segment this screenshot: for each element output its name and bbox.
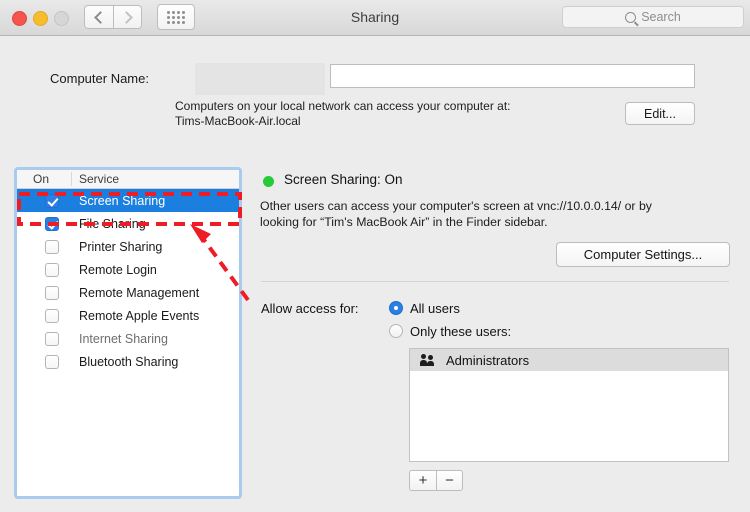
- service-row-remote-apple-events[interactable]: Remote Apple Events: [17, 304, 239, 327]
- grid-dots-icon: [167, 10, 185, 24]
- service-row-printer-sharing[interactable]: Printer Sharing: [17, 235, 239, 258]
- service-checkbox[interactable]: [45, 262, 59, 277]
- service-row-internet-sharing[interactable]: Internet Sharing: [17, 327, 239, 350]
- service-list-rows: Screen Sharing File Sharing Printer Sharin…: [17, 189, 239, 373]
- service-checkbox[interactable]: [45, 354, 59, 369]
- service-list-panel[interactable]: On Service Screen Sharing File Sharing Pri…: [14, 167, 242, 499]
- forward-button[interactable]: [113, 5, 142, 29]
- service-label: Remote Management: [79, 285, 200, 300]
- user-group-name: Administrators: [446, 352, 530, 368]
- computer-name-label: Computer Name:: [50, 71, 149, 86]
- service-list-header: On Service: [17, 170, 239, 189]
- service-checkbox[interactable]: [45, 216, 59, 231]
- service-label: Remote Apple Events: [79, 308, 200, 323]
- list-item[interactable]: Administrators: [410, 349, 728, 371]
- users-list-box[interactable]: Administrators: [409, 348, 729, 462]
- computer-name-help-line1: Computers on your local network can acce…: [175, 99, 511, 113]
- service-checkbox[interactable]: [45, 308, 59, 323]
- zoom-button[interactable]: [54, 11, 69, 26]
- status-description-line2: looking for “Tim's MacBook Air” in the F…: [260, 215, 548, 229]
- search-input[interactable]: Search: [562, 6, 744, 28]
- users-list-controls: + −: [409, 470, 463, 491]
- status-description-line1: Other users can access your computer's s…: [260, 199, 652, 213]
- radio-only-these-users-label[interactable]: Only these users:: [410, 324, 511, 339]
- radio-all-users[interactable]: [389, 301, 403, 315]
- add-user-button[interactable]: +: [409, 470, 436, 491]
- window-titlebar: Sharing Search: [0, 0, 750, 36]
- status-indicator-dot: [263, 176, 274, 187]
- computer-settings-button[interactable]: Computer Settings...: [556, 242, 730, 267]
- radio-all-users-label[interactable]: All users: [410, 301, 460, 316]
- remove-user-button[interactable]: −: [436, 470, 463, 491]
- search-icon: [625, 11, 637, 23]
- column-header-service: Service: [79, 172, 120, 186]
- status-title: Screen Sharing: On: [284, 172, 403, 187]
- service-row-remote-login[interactable]: Remote Login: [17, 258, 239, 281]
- radio-only-these-users[interactable]: [389, 324, 403, 338]
- search-placeholder: Search: [641, 10, 681, 24]
- sharing-preferences-window: Sharing Search Computer Name: Computers …: [0, 0, 750, 512]
- computer-name-field[interactable]: [330, 64, 695, 88]
- back-button[interactable]: [84, 5, 113, 29]
- service-checkbox[interactable]: [45, 239, 59, 254]
- service-checkbox[interactable]: [45, 285, 59, 300]
- edit-button[interactable]: Edit...: [625, 102, 695, 125]
- allow-access-label: Allow access for:: [261, 301, 359, 316]
- service-row-file-sharing[interactable]: File Sharing: [17, 212, 239, 235]
- service-row-bluetooth-sharing[interactable]: Bluetooth Sharing: [17, 350, 239, 373]
- service-label: Remote Login: [79, 262, 157, 277]
- computer-name-help-text: Computers on your local network can acce…: [175, 99, 605, 129]
- status-description: Other users can access your computer's s…: [260, 198, 720, 230]
- computer-name-redaction-block: [195, 63, 325, 95]
- service-label: File Sharing: [79, 216, 146, 231]
- section-divider: [261, 281, 729, 282]
- service-row-screen-sharing[interactable]: Screen Sharing: [17, 189, 239, 212]
- service-label: Screen Sharing: [79, 193, 166, 208]
- show-all-button[interactable]: [157, 4, 195, 30]
- column-divider: [71, 172, 72, 186]
- service-label: Printer Sharing: [79, 239, 163, 254]
- minimize-button[interactable]: [33, 11, 48, 26]
- service-row-remote-management[interactable]: Remote Management: [17, 281, 239, 304]
- chevron-right-icon: [119, 10, 133, 24]
- people-group-icon: [420, 353, 436, 367]
- service-label: Bluetooth Sharing: [79, 354, 179, 369]
- close-button[interactable]: [12, 11, 27, 26]
- column-header-on: On: [33, 172, 50, 186]
- service-checkbox[interactable]: [45, 331, 59, 346]
- service-label: Internet Sharing: [79, 331, 168, 346]
- service-checkbox[interactable]: [45, 193, 59, 208]
- computer-name-help-line2: Tims-MacBook-Air.local: [175, 114, 301, 128]
- chevron-left-icon: [94, 10, 107, 24]
